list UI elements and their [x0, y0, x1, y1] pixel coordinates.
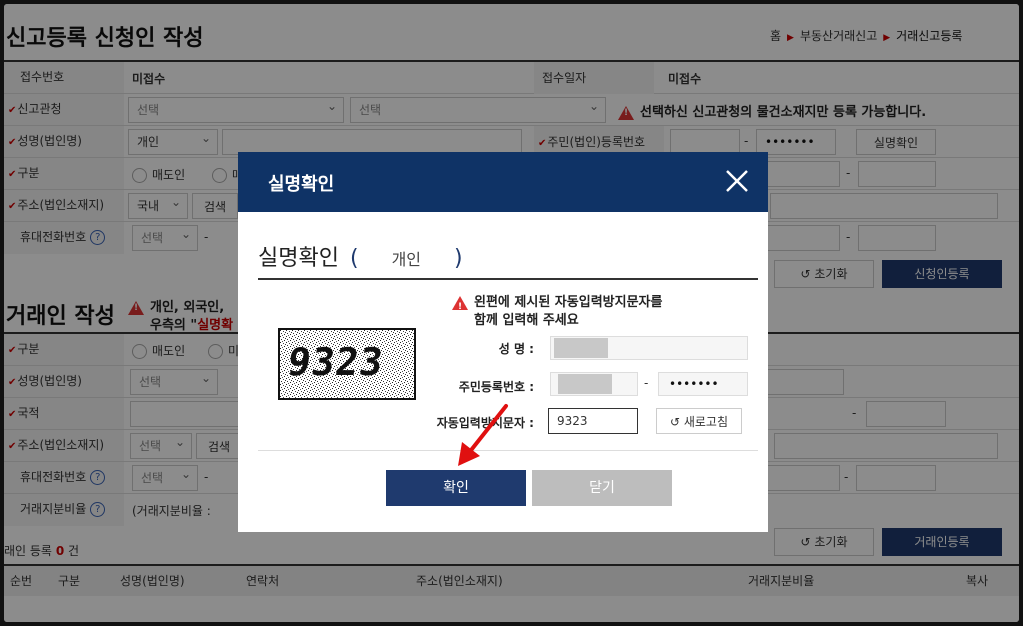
modal-header: 실명확인: [238, 152, 768, 212]
app-window: 신고등록 신청인 작성 홈 ▶ 부동산거래신고 ▶ 거래신고등록 접수번호 미접수 접수…: [4, 4, 1019, 622]
close-icon[interactable]: [722, 166, 752, 196]
modal-rrn-dash: -: [644, 376, 649, 390]
modal-notice: 왼편에 제시된 자동입력방지문자를 함께 입력해 주세요: [452, 294, 662, 330]
modal-heading-underline: [258, 278, 758, 280]
warning-icon: [452, 295, 468, 316]
redacted-name: [554, 338, 608, 358]
modal-heading: 실명확인 ( 개인 ): [258, 246, 463, 271]
captcha-input[interactable]: 9323: [548, 408, 638, 434]
confirm-button[interactable]: 확인: [386, 470, 526, 506]
modal-rrn-label: 주민등록번호 :: [458, 380, 534, 394]
redacted-rrn: [558, 374, 612, 394]
captcha-refresh-button[interactable]: ↺ 새로고침: [656, 408, 742, 434]
captcha-image: 9323: [278, 328, 416, 400]
modal-rrn-back: •••••••: [658, 372, 748, 396]
close-button[interactable]: 닫기: [532, 470, 672, 506]
refresh-icon: ↺: [669, 415, 684, 429]
red-arrow-annotation: [458, 404, 508, 466]
captcha-text: 9323: [284, 340, 387, 384]
modal-name-label: 성 명 :: [498, 342, 534, 356]
modal-header-title: 실명확인: [268, 174, 335, 195]
verify-modal: 실명확인 실명확인 ( 개인 ) 9323 !왼편에 제시된 자동입력방지문자를…: [238, 152, 768, 532]
